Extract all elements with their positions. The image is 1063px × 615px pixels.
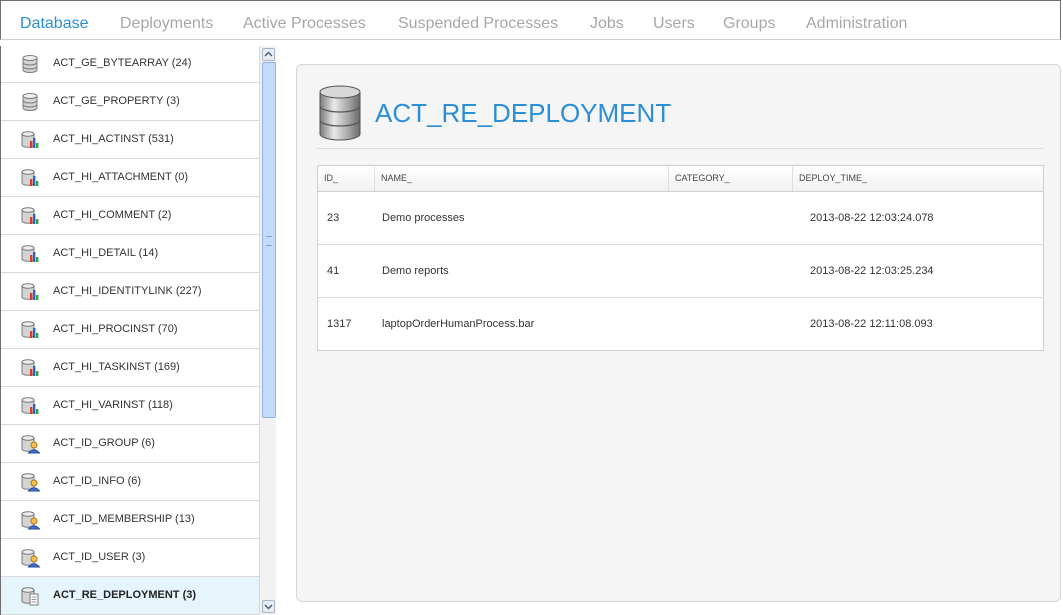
tab-deployments[interactable]: Deployments [120, 15, 213, 33]
sidebar-item[interactable]: ACT_HI_IDENTITYLINK (227) [1, 273, 259, 311]
table-header: ID_ NAME_ CATEGORY_ DEPLOY_TIME_ [318, 166, 1043, 192]
sidebar-item[interactable]: ACT_HI_ATTACHMENT (0) [1, 159, 259, 197]
tab-active-processes[interactable]: Active Processes [243, 15, 366, 33]
page-title: ACT_RE_DEPLOYMENT [375, 98, 672, 128]
cell-name: Demo processes [382, 212, 465, 224]
sidebar-item[interactable]: ACT_GE_BYTEARRAY (24) [1, 46, 259, 83]
database-chart-icon [21, 397, 39, 414]
cell-id: 23 [327, 212, 340, 224]
sidebar-item[interactable]: ACT_ID_USER (3) [1, 539, 259, 577]
cell-id: 1317 [327, 318, 352, 330]
table-row[interactable]: 23 Demo processes 2013-08-22 12:03:24.07… [318, 192, 1043, 245]
database-chart-icon [21, 321, 39, 338]
database-icon [22, 93, 38, 111]
sidebar-item[interactable]: ACT_ID_GROUP (6) [1, 425, 259, 463]
table-row[interactable]: 1317 laptopOrderHumanProcess.bar 2013-08… [318, 298, 1043, 351]
tab-users[interactable]: Users [653, 15, 695, 33]
cell-name: laptopOrderHumanProcess.bar [382, 318, 535, 330]
database-icon [319, 85, 361, 141]
sidebar-item-label: ACT_HI_PROCINST (70) [53, 323, 178, 335]
sidebar-item[interactable]: ACT_HI_COMMENT (2) [1, 197, 259, 235]
cell-name: Demo reports [382, 265, 449, 277]
database-icon [22, 55, 38, 73]
sidebar-item-label: ACT_GE_PROPERTY (3) [53, 95, 180, 107]
column-header-deploy-time: DEPLOY_TIME_ [792, 166, 1043, 191]
column-header-category: CATEGORY_ [668, 166, 792, 191]
sidebar-scrollbar[interactable] [259, 46, 276, 615]
database-chart-icon [21, 207, 39, 224]
column-header-id: ID_ [324, 173, 339, 183]
sidebar-item-label: ACT_HI_ATTACHMENT (0) [53, 171, 189, 183]
scroll-thumb[interactable] [262, 62, 276, 418]
sidebar-item[interactable]: ACT_RE_DEPLOYMENT (3) [1, 577, 259, 615]
sidebar-item-label: ACT_HI_COMMENT (2) [53, 209, 172, 221]
sidebar-item[interactable]: ACT_GE_PROPERTY (3) [1, 83, 259, 121]
sidebar-item-label: ACT_HI_ACTINST (531) [53, 133, 174, 145]
scroll-up-button[interactable] [262, 48, 275, 61]
cell-deploy-time: 2013-08-22 12:03:24.078 [810, 212, 934, 224]
tab-administration[interactable]: Administration [806, 15, 907, 33]
chevron-down-icon [264, 604, 273, 610]
database-chart-icon [21, 283, 39, 300]
column-header-name: NAME_ [374, 166, 668, 191]
sidebar-item-label: ACT_HI_VARINST (118) [53, 399, 173, 411]
sidebar-item[interactable]: ACT_ID_INFO (6) [1, 463, 259, 501]
tab-suspended-processes[interactable]: Suspended Processes [398, 15, 558, 33]
table-detail-panel: ACT_RE_DEPLOYMENT ID_ NAME_ CATEGORY_ DE… [296, 64, 1061, 602]
database-user-icon [21, 473, 40, 492]
sidebar-item-label: ACT_ID_GROUP (6) [53, 437, 155, 449]
database-chart-icon [21, 245, 39, 262]
sidebar-item-label: ACT_ID_MEMBERSHIP (13) [53, 513, 195, 525]
sidebar-item-label: ACT_HI_IDENTITYLINK (227) [53, 285, 202, 297]
chevron-up-icon [264, 51, 273, 57]
table-row[interactable]: 41 Demo reports 2013-08-22 12:03:25.234 [318, 245, 1043, 298]
sidebar-item-label: ACT_ID_INFO (6) [53, 475, 142, 487]
tab-groups[interactable]: Groups [723, 15, 775, 33]
database-chart-icon [21, 131, 39, 148]
sidebar-item[interactable]: ACT_HI_TASKINST (169) [1, 349, 259, 387]
sidebar-item[interactable]: ACT_HI_VARINST (118) [1, 387, 259, 425]
sidebar-item[interactable]: ACT_ID_MEMBERSHIP (13) [1, 501, 259, 539]
sidebar-item[interactable]: ACT_HI_DETAIL (14) [1, 235, 259, 273]
database-user-icon [21, 549, 40, 568]
sidebar-item[interactable]: ACT_HI_PROCINST (70) [1, 311, 259, 349]
tab-database[interactable]: Database [20, 15, 89, 33]
tab-jobs[interactable]: Jobs [590, 15, 624, 33]
table-list-sidebar: ACT_GE_BYTEARRAY (24) ACT_GE_PROPERTY (3)… [0, 46, 276, 615]
cell-id: 41 [327, 265, 340, 277]
scroll-down-button[interactable] [262, 600, 275, 613]
database-chart-icon [21, 359, 39, 376]
sidebar-item-label: ACT_RE_DEPLOYMENT (3) [53, 589, 197, 601]
sidebar-item-label: ACT_ID_USER (3) [53, 551, 146, 563]
cell-deploy-time: 2013-08-22 12:03:25.234 [810, 265, 934, 277]
sidebar-item-label: ACT_GE_BYTEARRAY (24) [53, 57, 192, 69]
cell-deploy-time: 2013-08-22 12:11:08.093 [810, 318, 933, 330]
title-divider [317, 148, 1043, 149]
database-user-icon [21, 511, 40, 530]
data-table: ID_ NAME_ CATEGORY_ DEPLOY_TIME_ 23 Demo… [317, 165, 1044, 351]
sidebar-item[interactable]: ACT_HI_ACTINST (531) [1, 121, 259, 159]
database-chart-icon [21, 169, 39, 186]
sidebar-item-label: ACT_HI_TASKINST (169) [53, 361, 180, 373]
top-navigation: Database Deployments Active Processes Su… [0, 0, 1061, 40]
database-document-icon [21, 587, 39, 606]
database-user-icon [21, 435, 40, 454]
scroll-grip [266, 236, 272, 246]
sidebar-item-label: ACT_HI_DETAIL (14) [53, 247, 159, 259]
